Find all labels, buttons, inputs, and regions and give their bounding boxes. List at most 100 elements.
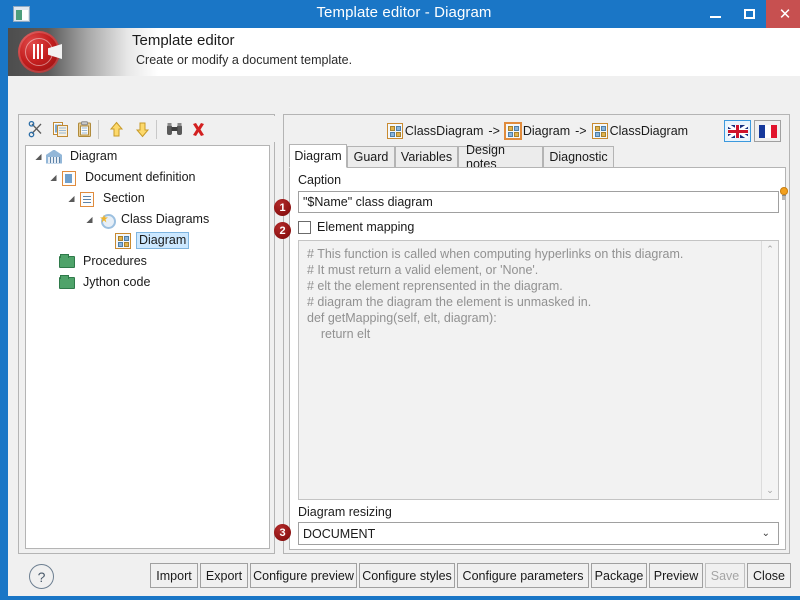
element-mapping-checkbox[interactable]: [298, 220, 311, 234]
expand-arrow-icon[interactable]: ◢: [83, 215, 96, 224]
tree-item-jython-code[interactable]: ◢ Jython code: [26, 272, 269, 293]
mapping-code-text: # This function is called when computing…: [307, 247, 684, 341]
template-tree[interactable]: ◢ Diagram ◢ Document definition ◢ Sectio…: [25, 145, 270, 549]
scroll-down-icon[interactable]: ⌄: [762, 482, 778, 499]
header-banner: Template editor Create or modify a docum…: [8, 28, 800, 76]
tab-design-notes[interactable]: Design notes: [458, 143, 543, 171]
element-mapping-row[interactable]: Element mapping: [298, 218, 414, 236]
tree-item-label: Diagram: [70, 149, 118, 163]
scroll-up-icon[interactable]: ⌃: [762, 241, 778, 258]
close-window-button[interactable]: ✕: [766, 0, 800, 28]
move-down-button[interactable]: [132, 120, 152, 139]
tree-toolbar: [20, 116, 275, 142]
folder-icon: [58, 274, 76, 291]
tab-bar: Diagram Guard Variables Design notes Dia…: [289, 143, 786, 171]
tree-item-diagram-root[interactable]: ◢ Diagram: [26, 146, 269, 167]
button-label: Close: [753, 568, 785, 583]
diagram-resizing-value: DOCUMENT: [303, 526, 376, 541]
code-scrollbar[interactable]: ⌃ ⌄: [761, 241, 778, 499]
move-down-icon: [135, 122, 149, 138]
app-logo-icon: [18, 31, 62, 73]
title-bar: Template editor - Diagram ✕: [4, 0, 800, 28]
copy-button[interactable]: [50, 120, 70, 139]
configure-preview-button[interactable]: Configure preview: [250, 563, 357, 588]
package-button[interactable]: Package: [591, 563, 647, 588]
button-label: Import: [156, 568, 192, 583]
fr-flag-icon: [758, 124, 777, 138]
question-mark-icon: ?: [37, 568, 46, 585]
tab-diagnostic[interactable]: Diagnostic: [543, 146, 614, 168]
tree-item-class-diagrams[interactable]: ◢ Class Diagrams: [26, 209, 269, 230]
close-button[interactable]: Close: [747, 563, 791, 588]
tree-item-label: Class Diagrams: [121, 212, 210, 226]
expand-arrow-icon[interactable]: ◢: [65, 194, 78, 203]
move-up-button[interactable]: [106, 120, 126, 139]
paste-button[interactable]: [74, 120, 94, 139]
move-up-icon: [109, 121, 123, 137]
breadcrumb-item-3[interactable]: ClassDiagram: [591, 123, 689, 139]
delete-button[interactable]: [188, 120, 208, 139]
client-area: Template editor Create or modify a docum…: [8, 28, 800, 596]
configure-parameters-button[interactable]: Configure parameters: [457, 563, 589, 588]
breadcrumb-item-1[interactable]: ClassDiagram: [386, 123, 483, 139]
save-button: Save: [705, 563, 745, 588]
copy-icon: [52, 122, 68, 137]
flag-en-button[interactable]: [724, 120, 751, 142]
uk-flag-icon: [727, 124, 748, 138]
diagram-resizing-label: Diagram resizing: [298, 505, 392, 519]
button-label: Configure styles: [362, 568, 452, 583]
breadcrumb-label: ClassDiagram: [609, 124, 689, 138]
class-diagram-icon: [504, 123, 521, 139]
button-label: Save: [710, 568, 740, 583]
breadcrumb: ClassDiagram -> Diagram -> ClassDiagram: [284, 121, 791, 141]
tab-panel-diagram: Caption Element mapping # This function …: [289, 167, 789, 550]
breadcrumb-separator: ->: [488, 124, 500, 138]
export-button[interactable]: Export: [200, 563, 248, 588]
annotation-badge-2: 2: [274, 222, 291, 239]
window-title: Template editor - Diagram: [316, 4, 492, 21]
tab-variables[interactable]: Variables: [395, 146, 458, 168]
caption-input[interactable]: [298, 191, 779, 213]
diagram-resizing-select[interactable]: DOCUMENT ⌄: [298, 522, 779, 545]
minimize-button[interactable]: [698, 0, 732, 28]
building-icon: [45, 149, 63, 165]
element-mapping-label: Element mapping: [317, 220, 415, 234]
tab-diagram[interactable]: Diagram: [289, 144, 347, 168]
cut-icon: [28, 121, 41, 138]
tree-item-diagram-selected[interactable]: Diagram: [26, 230, 269, 251]
expand-arrow-icon[interactable]: ◢: [32, 152, 45, 161]
tab-guard[interactable]: Guard: [347, 146, 395, 168]
lightbulb-icon[interactable]: [779, 187, 789, 202]
tab-label: Variables: [400, 150, 453, 164]
breadcrumb-item-2[interactable]: Diagram: [504, 123, 570, 139]
search-button[interactable]: [164, 120, 184, 139]
caption-label: Caption: [298, 173, 342, 187]
tree-item-label: Section: [103, 191, 145, 205]
button-label: Configure preview: [253, 568, 354, 583]
tree-item-procedures[interactable]: ◢ Procedures: [26, 251, 269, 272]
cut-button[interactable]: [26, 120, 46, 139]
tree-item-label: Jython code: [83, 275, 151, 289]
preview-button[interactable]: Preview: [649, 563, 703, 588]
chevron-down-icon[interactable]: ⌄: [762, 528, 774, 539]
class-diagram-icon: [386, 123, 403, 139]
mapping-code-editor[interactable]: # This function is called when computing…: [298, 240, 779, 500]
tree-item-section[interactable]: ◢ Section: [26, 188, 269, 209]
flag-fr-button[interactable]: [754, 120, 781, 142]
class-diagram-icon: [114, 232, 132, 249]
search-binoculars-icon: [166, 123, 182, 135]
tab-label: Diagnostic: [549, 150, 608, 164]
help-button[interactable]: ?: [29, 564, 54, 589]
tab-label: Diagram: [294, 149, 342, 163]
tree-item-document-definition[interactable]: ◢ Document definition: [26, 167, 269, 188]
expand-arrow-icon[interactable]: ◢: [47, 173, 60, 182]
expand-arrow-placeholder: ◢: [45, 278, 58, 287]
breadcrumb-separator: ->: [575, 124, 587, 138]
button-label: Configure parameters: [462, 568, 584, 583]
maximize-button[interactable]: [732, 0, 766, 28]
close-icon: ✕: [778, 4, 792, 23]
button-label: Preview: [653, 568, 699, 583]
import-button[interactable]: Import: [150, 563, 198, 588]
toolbar-separator-2: [156, 120, 157, 139]
configure-styles-button[interactable]: Configure styles: [359, 563, 455, 588]
